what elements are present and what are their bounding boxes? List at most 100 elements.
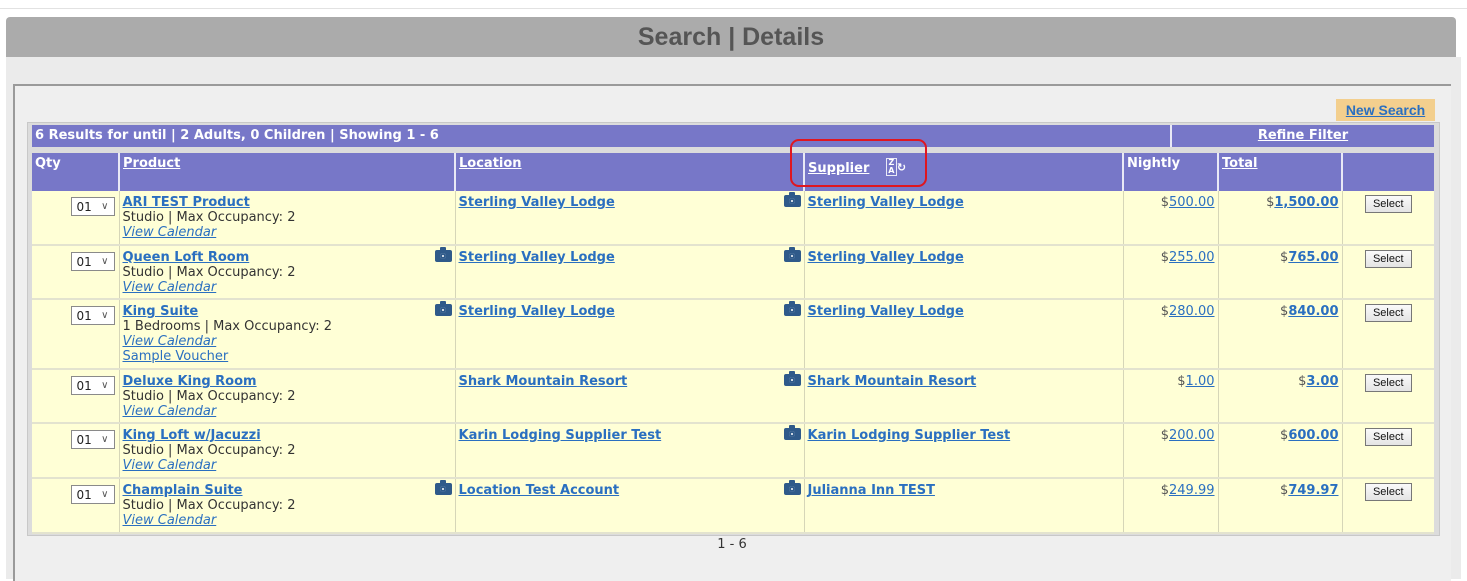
product-link[interactable]: Queen Loft Room xyxy=(123,250,250,265)
nightly-rate-link[interactable]: 500.00 xyxy=(1169,195,1215,210)
total-price-link[interactable]: 1,500.00 xyxy=(1274,195,1338,210)
new-search-button[interactable]: New Search xyxy=(1336,99,1435,121)
product-detail: Studio | Max Occupancy: 2 xyxy=(122,443,296,458)
view-calendar-link[interactable]: View Calendar xyxy=(123,404,217,419)
nightly-rate-link[interactable]: 200.00 xyxy=(1169,428,1215,443)
column-header-supplier[interactable]: Supplier ZA ↻ xyxy=(804,153,1124,191)
action-cell: Select xyxy=(1342,369,1434,424)
results-table: Qty Product Location Supplier ZA ↻ Night… xyxy=(32,153,1434,534)
total-price-link[interactable]: 749.97 xyxy=(1288,483,1338,498)
qty-select[interactable]: 01 ∨ xyxy=(70,306,115,325)
product-cell: ARI TEST Product Studio | Max Occupancy:… xyxy=(119,191,456,246)
action-cell: Select xyxy=(1342,299,1434,370)
select-button[interactable]: Select xyxy=(1364,428,1412,446)
location-link[interactable]: Sterling Valley Lodge xyxy=(459,195,615,210)
nightly-rate-link[interactable]: 280.00 xyxy=(1169,304,1215,319)
column-header-nightly: Nightly xyxy=(1123,153,1219,191)
camera-icon[interactable] xyxy=(783,480,801,495)
select-button[interactable]: Select xyxy=(1364,374,1412,392)
product-cell: King Loft w/Jacuzzi Studio | Max Occupan… xyxy=(119,423,456,479)
view-calendar-link[interactable]: View Calendar xyxy=(123,458,217,473)
table-row: 01 ∨ King Suite 1 Bedrooms | Max Occupanc… xyxy=(32,299,1434,370)
nightly-cell: $249.99 xyxy=(1123,478,1219,534)
supplier-link[interactable]: Sterling Valley Lodge xyxy=(808,195,964,210)
view-calendar-link[interactable]: View Calendar xyxy=(123,225,217,240)
supplier-cell: Sterling Valley Lodge xyxy=(804,299,1124,370)
table-row: 01 ∨ ARI TEST Product Studio | Max Occupa… xyxy=(32,191,1434,246)
nightly-rate-link[interactable]: 255.00 xyxy=(1169,250,1215,265)
location-header-link[interactable]: Location xyxy=(459,156,522,171)
product-detail: Studio | Max Occupancy: 2 xyxy=(122,498,296,513)
supplier-cell: Sterling Valley Lodge xyxy=(804,245,1124,300)
qty-select[interactable]: 01 ∨ xyxy=(70,430,115,449)
qty-value: 01 xyxy=(76,200,92,214)
location-link[interactable]: Sterling Valley Lodge xyxy=(459,250,615,265)
nightly-rate-link[interactable]: 249.99 xyxy=(1169,483,1215,498)
supplier-link[interactable]: Julianna Inn TEST xyxy=(808,483,935,498)
product-link[interactable]: Deluxe King Room xyxy=(123,374,257,389)
location-cell: Location Test Account xyxy=(455,478,805,534)
qty-select[interactable]: 01 ∨ xyxy=(70,252,115,271)
qty-cell: 01 ∨ xyxy=(32,478,120,534)
supplier-link[interactable]: Karin Lodging Supplier Test xyxy=(808,428,1011,443)
product-link[interactable]: King Suite xyxy=(123,304,199,319)
refine-filter-link[interactable]: Refine Filter xyxy=(1172,125,1434,147)
camera-icon[interactable] xyxy=(783,301,801,316)
view-calendar-link[interactable]: View Calendar xyxy=(123,513,217,528)
sort-za-icon[interactable]: ZA ↻ xyxy=(885,158,906,176)
total-price-link[interactable]: 840.00 xyxy=(1288,304,1338,319)
supplier-cell: Sterling Valley Lodge xyxy=(804,191,1124,246)
qty-select[interactable]: 01 ∨ xyxy=(70,197,115,216)
sample-voucher-link[interactable]: Sample Voucher xyxy=(123,349,229,364)
location-link[interactable]: Karin Lodging Supplier Test xyxy=(459,428,662,443)
qty-cell: 01 ∨ xyxy=(32,369,120,424)
table-row: 01 ∨ Deluxe King Room Studio | Max Occupa… xyxy=(32,369,1434,424)
camera-icon[interactable] xyxy=(783,371,801,386)
column-header-location[interactable]: Location xyxy=(455,153,805,191)
total-price-link[interactable]: 600.00 xyxy=(1288,428,1338,443)
select-button[interactable]: Select xyxy=(1364,304,1412,322)
product-detail: Studio | Max Occupancy: 2 xyxy=(122,210,296,225)
qty-select[interactable]: 01 ∨ xyxy=(70,485,115,504)
select-button[interactable]: Select xyxy=(1364,250,1412,268)
chevron-down-icon: ∨ xyxy=(101,310,109,321)
camera-icon[interactable] xyxy=(783,425,801,440)
product-link[interactable]: ARI TEST Product xyxy=(123,195,250,210)
qty-cell: 01 ∨ xyxy=(32,245,120,300)
select-button[interactable]: Select xyxy=(1364,483,1412,501)
camera-icon[interactable] xyxy=(434,301,452,316)
column-header-total[interactable]: Total xyxy=(1218,153,1343,191)
location-link[interactable]: Location Test Account xyxy=(459,483,620,498)
supplier-cell: Shark Mountain Resort xyxy=(804,369,1124,424)
location-cell: Sterling Valley Lodge xyxy=(455,191,805,246)
location-link[interactable]: Shark Mountain Resort xyxy=(459,374,628,389)
product-cell: Deluxe King Room Studio | Max Occupancy:… xyxy=(119,369,456,424)
supplier-header-link[interactable]: Supplier xyxy=(808,161,869,176)
total-price-link[interactable]: 3.00 xyxy=(1306,374,1338,389)
product-detail: Studio | Max Occupancy: 2 xyxy=(122,265,296,280)
total-header-link[interactable]: Total xyxy=(1222,156,1258,171)
column-header-action xyxy=(1342,153,1434,191)
total-price-link[interactable]: 765.00 xyxy=(1288,250,1338,265)
camera-icon[interactable] xyxy=(434,480,452,495)
supplier-link[interactable]: Sterling Valley Lodge xyxy=(808,304,964,319)
product-cell: King Suite 1 Bedrooms | Max Occupancy: 2… xyxy=(119,299,456,370)
supplier-link[interactable]: Sterling Valley Lodge xyxy=(808,250,964,265)
view-calendar-link[interactable]: View Calendar xyxy=(123,334,217,349)
select-button[interactable]: Select xyxy=(1364,195,1412,213)
supplier-link[interactable]: Shark Mountain Resort xyxy=(808,374,977,389)
view-calendar-link[interactable]: View Calendar xyxy=(123,280,217,295)
location-link[interactable]: Sterling Valley Lodge xyxy=(459,304,615,319)
product-link[interactable]: King Loft w/Jacuzzi xyxy=(123,428,261,443)
action-cell: Select xyxy=(1342,191,1434,246)
column-header-product[interactable]: Product xyxy=(119,153,456,191)
qty-select[interactable]: 01 ∨ xyxy=(70,376,115,395)
chevron-down-icon: ∨ xyxy=(101,380,109,391)
camera-icon[interactable] xyxy=(783,192,801,207)
product-link[interactable]: Champlain Suite xyxy=(123,483,243,498)
product-header-link[interactable]: Product xyxy=(123,156,180,171)
camera-icon[interactable] xyxy=(783,247,801,262)
camera-icon[interactable] xyxy=(434,247,452,262)
product-cell: Queen Loft Room Studio | Max Occupancy: … xyxy=(119,245,456,300)
nightly-rate-link[interactable]: 1.00 xyxy=(1186,374,1215,389)
